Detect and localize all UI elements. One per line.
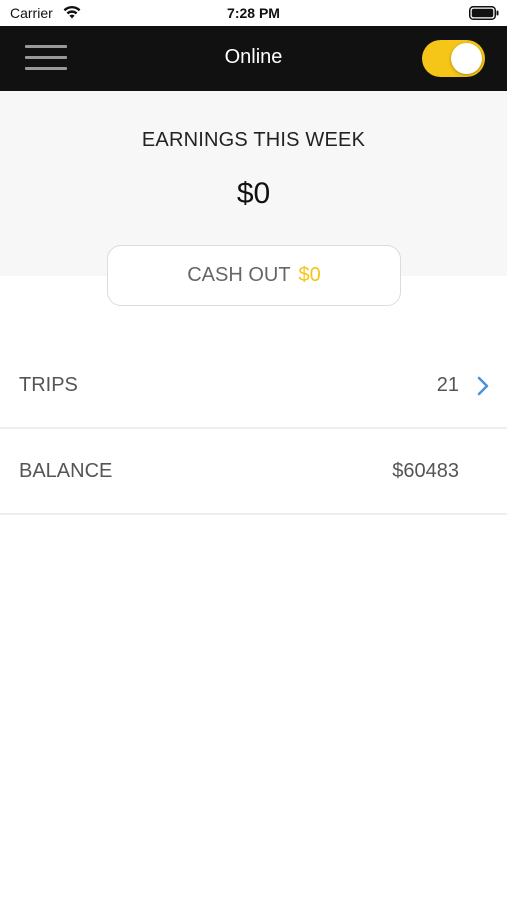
trips-row[interactable]: TRIPS 21: [0, 343, 507, 429]
online-toggle[interactable]: [422, 40, 485, 77]
balance-label: BALANCE: [19, 460, 113, 482]
balance-value: $60483: [392, 460, 459, 482]
trips-label: TRIPS: [19, 374, 78, 396]
chevron-right-icon: [477, 376, 489, 396]
cash-out-amount: $0: [298, 264, 321, 286]
earnings-value: $0: [236, 177, 271, 210]
cash-out-label: CASH OUT: [187, 264, 291, 286]
battery-icon: [469, 6, 499, 20]
earnings-label: EARNINGS THIS WEEK: [141, 129, 366, 151]
trips-count: 21: [436, 374, 459, 396]
balance-row[interactable]: BALANCE $60483: [0, 429, 507, 515]
top-navigation-bar: Online: [0, 26, 507, 91]
clock-time: 7:28 PM: [227, 5, 280, 21]
status-bar: Carrier 7:28 PM: [0, 0, 507, 26]
cash-out-button[interactable]: CASH OUT $0: [107, 245, 401, 306]
toggle-knob: [451, 43, 482, 74]
